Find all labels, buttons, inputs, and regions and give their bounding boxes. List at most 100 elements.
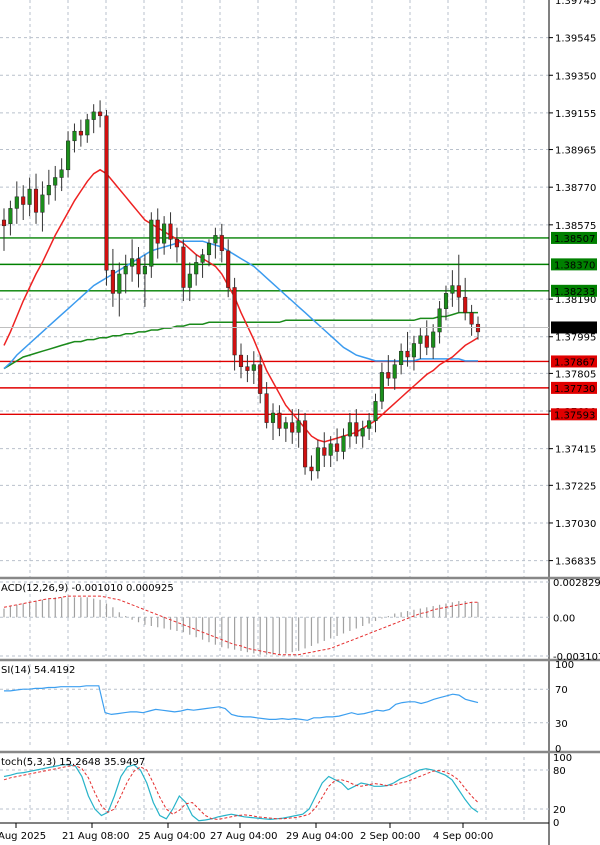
candle-body (347, 422, 352, 437)
candle-body (33, 188, 39, 213)
candle-body (123, 266, 128, 275)
macd-tick-label: 0.00 (553, 613, 575, 624)
level-label: 1.38233 (554, 287, 595, 298)
candle-body (360, 428, 365, 437)
candle-body (136, 258, 141, 275)
candle-body (219, 235, 224, 252)
candle-body (450, 285, 455, 294)
time-tick-label: 29 Aug 04:00 (286, 831, 353, 842)
stoch-tick-label: 20 (553, 805, 566, 816)
macd-label: ACD(12,26,9) -0.001010 0.000925 (1, 583, 174, 594)
candle-body (405, 350, 410, 358)
candle-body (21, 196, 26, 205)
candle-body (149, 219, 154, 267)
candle-body (206, 242, 212, 256)
price-tick-label: 1.38575 (555, 221, 596, 232)
time-tick-label: 2 Sep 00:00 (360, 831, 420, 842)
rsi-tick-label: 70 (555, 685, 568, 696)
stoch-d-line (3, 764, 479, 820)
candle-body (162, 223, 167, 244)
candle-body (27, 188, 32, 205)
candle-body (85, 119, 90, 136)
candle-body (290, 422, 295, 433)
candle-body (328, 443, 333, 456)
candle-body (66, 140, 71, 171)
stochastic-panel: toch(5,3,3) 15.2648 35.9497 100 80 20 0 (0, 753, 572, 829)
candle-body (399, 350, 404, 365)
candle-body (98, 111, 103, 117)
stoch-k-line (3, 764, 479, 822)
candle-body (270, 412, 276, 423)
candle-body (251, 364, 256, 371)
candle-body (142, 266, 147, 275)
candle-body (418, 335, 423, 344)
candle-body (443, 293, 449, 309)
candle-body (373, 401, 378, 421)
level-label: 1.37730 (554, 384, 595, 395)
stoch-tick-label: 100 (553, 753, 572, 764)
stoch-tick-label: 80 (553, 766, 566, 777)
candle-body (40, 194, 45, 213)
price-tick-label-partial: 1.39745 (555, 0, 596, 7)
candle-body (194, 262, 199, 275)
candle-body (322, 447, 327, 456)
price-tick-label: 1.36835 (555, 557, 596, 568)
candle-body (469, 312, 474, 325)
stoch-label: toch(5,3,3) 15.2648 35.9497 (1, 757, 145, 768)
price-tick-label: 1.39155 (555, 109, 596, 120)
candle-body (181, 246, 186, 288)
candle-body (367, 420, 372, 429)
time-tick-label: 27 Aug 04:00 (210, 831, 277, 842)
candle-body (456, 285, 461, 298)
candle-body (174, 239, 179, 248)
candle-body (258, 364, 263, 394)
candle-body (46, 185, 51, 196)
candle-body (309, 466, 314, 472)
candle-body (424, 335, 429, 348)
candle-body (91, 111, 96, 120)
candle-body (104, 115, 109, 271)
level-label: 1.38507 (554, 234, 595, 245)
candle-body (264, 393, 269, 423)
time-tick-label: 21 Aug 08:00 (62, 831, 129, 842)
candle-body (463, 296, 468, 313)
candle-body (431, 331, 436, 348)
candle-body (411, 343, 416, 358)
trading-chart: 1.39545 1.39350 1.39155 1.38965 1.38770 1.385… (0, 0, 600, 845)
price-panel: 1.39545 1.39350 1.39155 1.38965 1.38770 1.385… (0, 0, 600, 845)
macd-tick-label: 0.002829 (553, 578, 600, 589)
rsi-panel: SI(14) 54.4192 10070300 (0, 660, 574, 755)
time-axis: Aug 2025 21 Aug 08:00 25 Aug 04:00 27 Aug 0… (0, 823, 493, 842)
price-tick-label: 1.37805 (555, 369, 596, 380)
price-tick-label: 1.39350 (555, 71, 596, 82)
price-tick-label: 1.38770 (555, 183, 596, 194)
candle-body (8, 208, 13, 225)
price-tick-label: 1.37030 (555, 519, 596, 530)
candle-body (226, 250, 231, 288)
candle-body (386, 372, 391, 379)
candle-body (475, 323, 481, 333)
candle-body (437, 308, 442, 333)
level-label: 1.37867 (554, 357, 595, 368)
level-label: 1.37593 (554, 410, 595, 421)
candle-body (130, 258, 135, 267)
candle-body (238, 354, 244, 367)
stoch-tick-label: 0 (553, 818, 559, 829)
current-price-label: 1.38043 (554, 323, 595, 334)
candle-body (277, 412, 282, 429)
price-tick-label: 1.37225 (555, 481, 596, 492)
candle-body (213, 235, 218, 244)
candle-body (168, 223, 173, 240)
candle-body (200, 254, 205, 263)
rsi-tick-label: 100 (555, 660, 574, 671)
candle-body (59, 169, 64, 178)
candle-body (335, 443, 340, 452)
candle-body (72, 130, 77, 142)
candle-body (392, 364, 397, 379)
candle-body (245, 366, 250, 371)
candle-body (283, 422, 288, 429)
time-tick-label: 25 Aug 04:00 (138, 831, 205, 842)
candle-body (379, 372, 384, 402)
candle-body (187, 273, 192, 288)
level-label: 1.38370 (554, 260, 595, 271)
